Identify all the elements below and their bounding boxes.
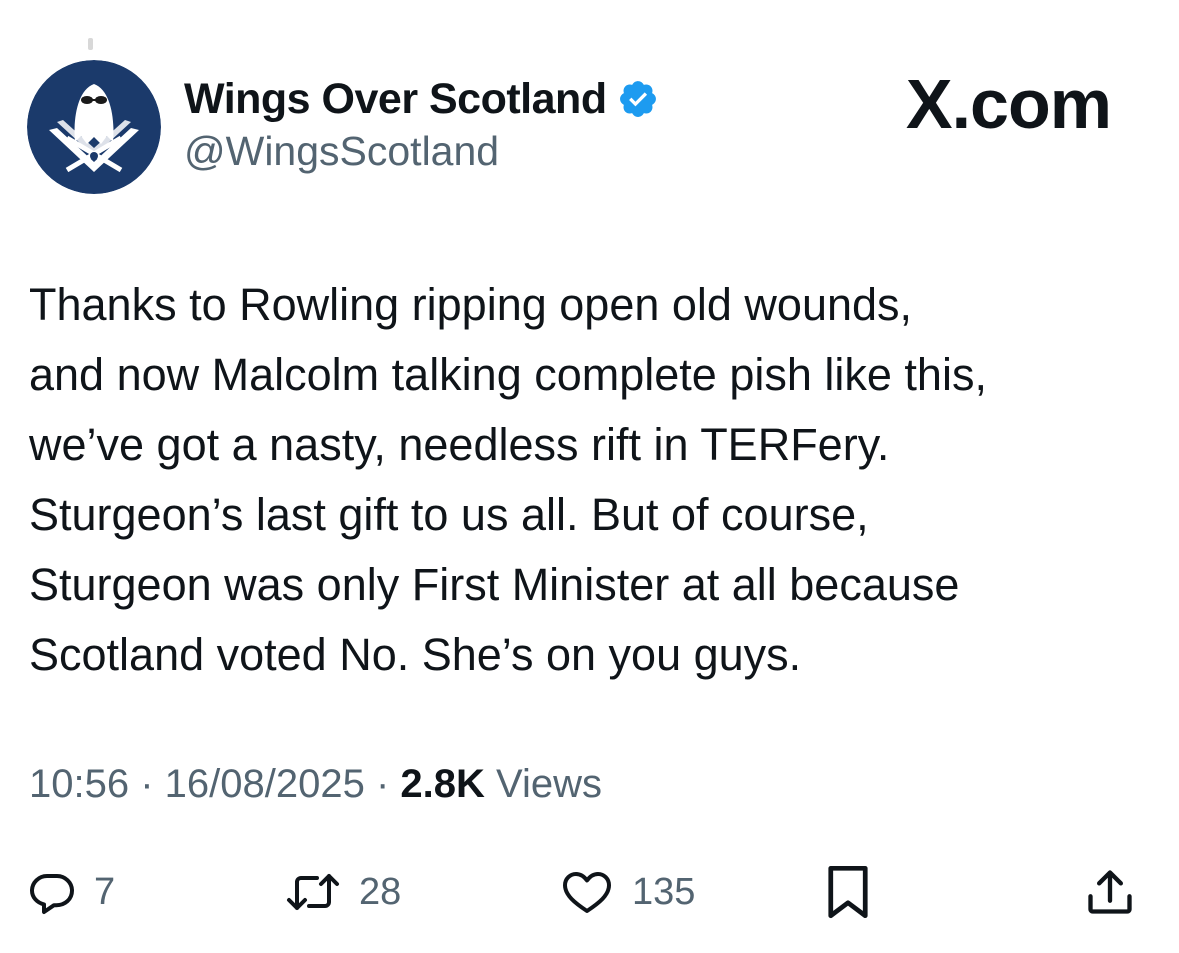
- repost-button[interactable]: 28: [285, 862, 401, 922]
- repost-icon: [285, 868, 341, 916]
- bookmark-icon: [822, 864, 874, 920]
- reply-button[interactable]: 7: [28, 862, 115, 922]
- author-name-row[interactable]: Wings Over Scotland: [184, 74, 659, 124]
- meta-separator: ·: [129, 762, 165, 806]
- views-count[interactable]: 2.8K: [400, 762, 485, 806]
- tweet-line: Scotland voted No. She’s on you guys.: [29, 629, 802, 680]
- tweet-body: Thanks to Rowling ripping open old wound…: [29, 270, 1149, 690]
- reply-count: 7: [94, 870, 116, 913]
- meta-separator: ·: [364, 762, 401, 806]
- like-button[interactable]: 135: [560, 862, 695, 922]
- tweet-line: Sturgeon’s last gift to us all. But of c…: [29, 489, 869, 540]
- tweet-date[interactable]: 16/08/2025: [165, 762, 365, 806]
- action-bar: 7 28 135: [0, 862, 1179, 922]
- avatar[interactable]: [27, 60, 161, 194]
- reply-icon: [28, 868, 76, 916]
- share-icon: [1084, 866, 1136, 918]
- verified-badge-icon: [617, 78, 659, 120]
- heart-icon: [560, 868, 614, 916]
- top-indicator: [88, 38, 93, 50]
- tweet-time[interactable]: 10:56: [29, 762, 129, 806]
- tweet-line: Sturgeon was only First Minister at all …: [29, 559, 960, 610]
- like-count: 135: [632, 870, 696, 913]
- tweet-line: we’ve got a nasty, needless rift in TERF…: [29, 419, 890, 470]
- author-display-name[interactable]: Wings Over Scotland: [184, 75, 607, 124]
- author-handle[interactable]: @WingsScotland: [184, 128, 499, 175]
- avatar-logo-icon: [27, 60, 161, 194]
- views-label: Views: [484, 762, 602, 806]
- tweet-meta: 10:56 · 16/08/2025 · 2.8K Views: [29, 762, 602, 807]
- bookmark-button[interactable]: [822, 862, 874, 922]
- brand-logo-text: X.com: [905, 65, 1112, 143]
- tweet-line: and now Malcolm talking complete pish li…: [29, 349, 987, 400]
- tweet-line: Thanks to Rowling ripping open old wound…: [29, 279, 913, 330]
- repost-count: 28: [359, 870, 402, 913]
- share-button[interactable]: [1084, 862, 1136, 922]
